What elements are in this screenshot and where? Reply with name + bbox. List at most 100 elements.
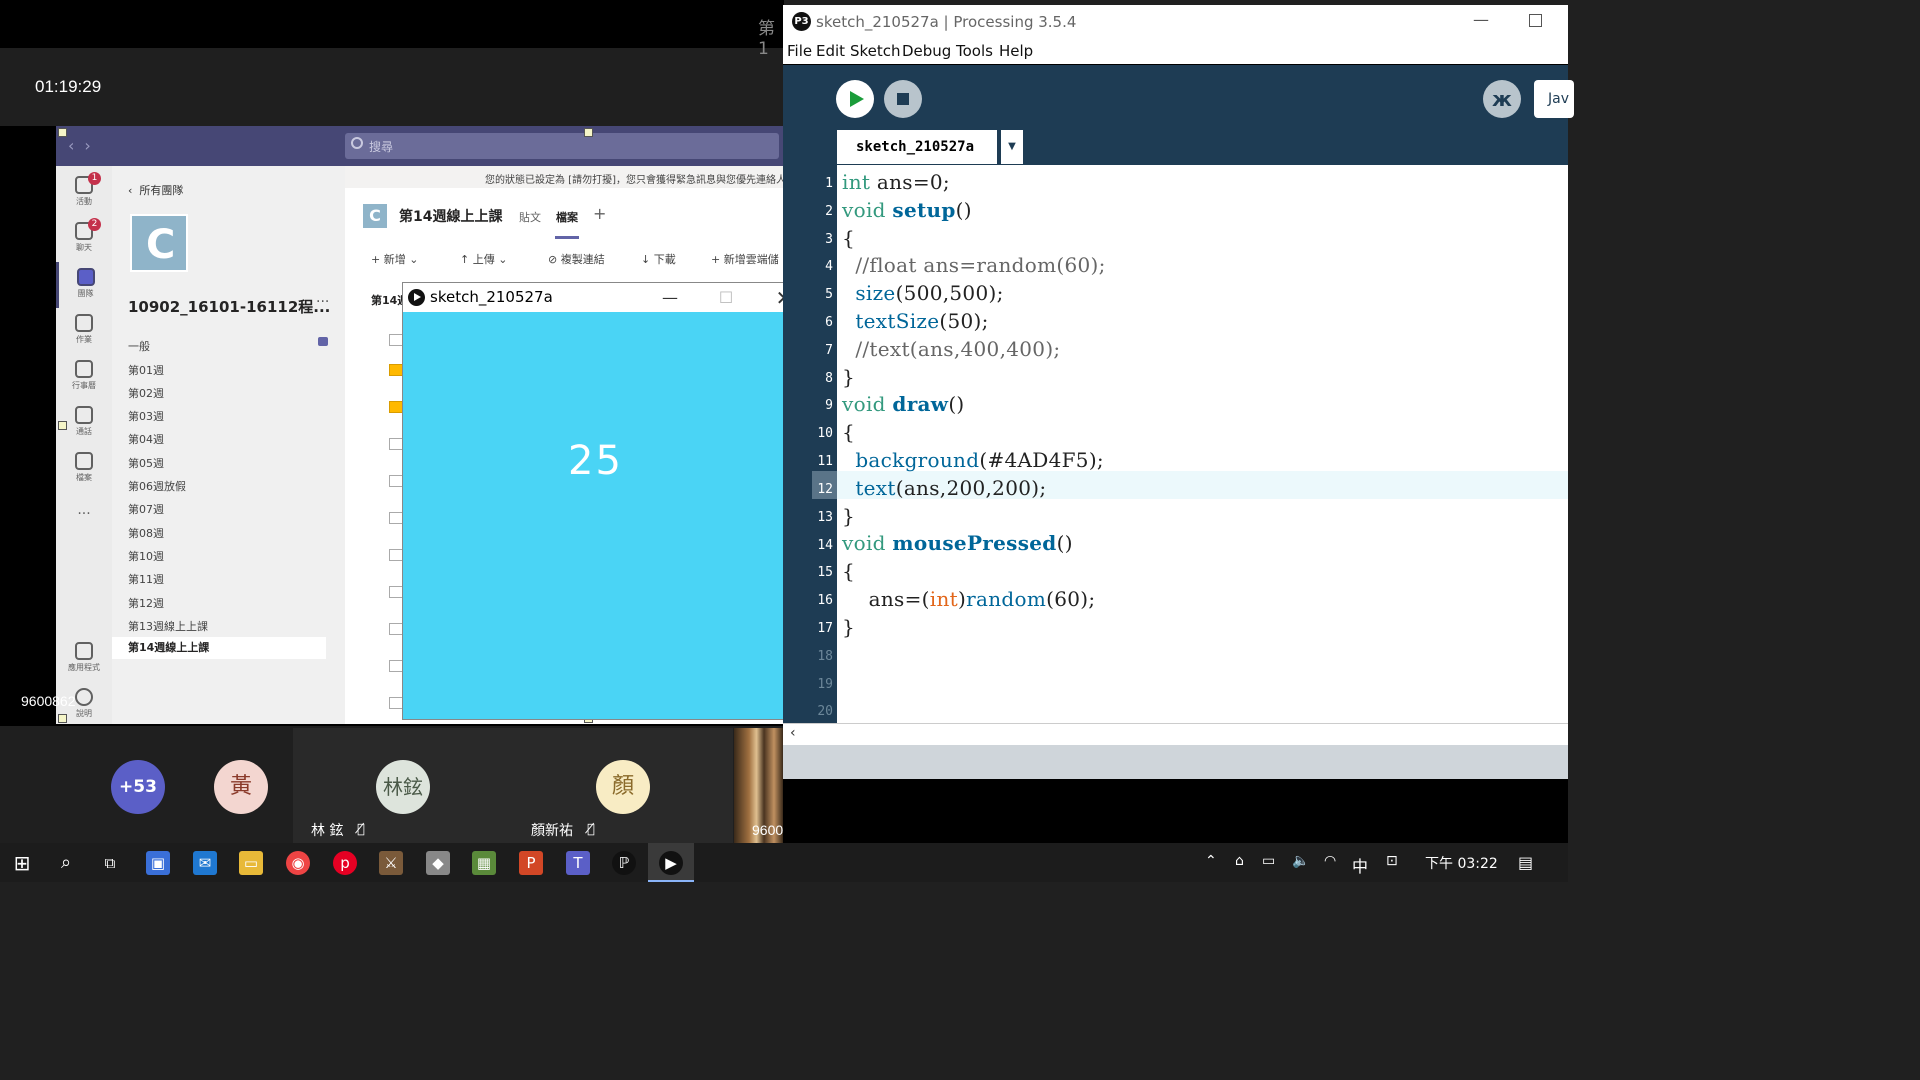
taskbar-clock[interactable]: 下午 03:22 xyxy=(1425,853,1498,873)
volume-icon[interactable]: 🔈 xyxy=(1292,853,1309,869)
processing-play-icon xyxy=(408,289,425,306)
rail-apps[interactable]: 應用程式 xyxy=(56,636,112,682)
tab-posts[interactable]: 貼文 xyxy=(519,209,541,225)
stop-button[interactable] xyxy=(884,80,922,118)
line-number: 10 xyxy=(817,426,833,441)
line-number: 12 xyxy=(817,482,833,497)
teams-icon xyxy=(76,268,95,286)
ime-indicator[interactable]: 中 xyxy=(1352,853,1368,877)
rail-assignments[interactable]: 作業 xyxy=(56,308,112,354)
copy-link-button[interactable]: ⊘ 複製連結 xyxy=(548,251,605,267)
windows-start-icon[interactable]: ⊞ xyxy=(10,851,34,875)
participant-tile[interactable]: 林鉉 林 鉉 🎙̸ xyxy=(293,728,513,844)
team-name[interactable]: 10902_16101-16112程... xyxy=(128,296,330,317)
channel-item[interactable]: 第11週 xyxy=(128,571,342,587)
line-number: 17 xyxy=(817,621,833,636)
sketch-tab[interactable]: sketch_210527a xyxy=(837,130,997,164)
share-handle[interactable] xyxy=(58,714,67,723)
minecraft-icon[interactable]: ▦ xyxy=(472,851,496,875)
team-more-options-icon[interactable]: ··· xyxy=(316,294,329,310)
processing-logo-icon: P3 xyxy=(792,12,811,31)
channel-item[interactable]: 一般 xyxy=(128,338,342,354)
run-button[interactable] xyxy=(836,80,874,118)
chrome-icon[interactable]: ◉ xyxy=(286,851,310,875)
scroll-left-icon[interactable]: ‹ xyxy=(790,725,796,741)
participant-video-thumbnail[interactable]: 9600 xyxy=(734,728,784,844)
minimize-icon[interactable]: — xyxy=(1473,10,1489,29)
image-file-icon xyxy=(389,623,403,635)
nav-arrows-icon[interactable]: ‹› xyxy=(68,136,101,155)
tab-files[interactable]: 檔案 xyxy=(556,209,578,225)
channel-item[interactable]: 第12週 xyxy=(128,595,342,611)
rail-teams[interactable]: 團隊 xyxy=(56,262,112,308)
channel-item[interactable]: 第13週線上上課 xyxy=(128,618,342,634)
processing-icon[interactable]: ℙ xyxy=(612,851,636,875)
sketch-canvas[interactable]: 25 xyxy=(403,312,811,719)
channel-item[interactable]: 第08週 xyxy=(128,525,342,541)
share-handle[interactable] xyxy=(58,128,67,137)
add-cloud-storage-button[interactable]: + 新增雲端儲 xyxy=(711,251,779,267)
store-icon[interactable]: ▣ xyxy=(146,851,170,875)
code-token: int xyxy=(842,170,871,194)
tray-chevron-up-icon[interactable]: ⌃ xyxy=(1205,853,1217,869)
channel-item[interactable]: 第06週放假 xyxy=(128,478,342,494)
task-view-icon[interactable]: ⧉ xyxy=(98,851,122,875)
code-token: int xyxy=(929,587,958,611)
menu-debug[interactable]: Debug xyxy=(902,42,951,60)
channel-item-selected[interactable]: 第14週線上上課 xyxy=(112,637,326,659)
wifi-icon[interactable]: ◠ xyxy=(1324,853,1336,869)
mail-icon[interactable]: ✉ xyxy=(193,851,217,875)
roblox-icon[interactable]: ◆ xyxy=(426,851,450,875)
new-button[interactable]: + 新增 ⌄ xyxy=(371,251,418,267)
back-to-all-teams[interactable]: ‹ 所有團隊 xyxy=(128,182,183,198)
powerpoint-icon[interactable]: P xyxy=(519,851,543,875)
download-button[interactable]: ↓ 下載 xyxy=(641,251,676,267)
menu-tools[interactable]: Tools xyxy=(956,42,993,60)
share-handle[interactable] xyxy=(58,421,67,430)
menu-help[interactable]: Help xyxy=(999,42,1033,60)
channel-item[interactable]: 第03週 xyxy=(128,408,342,424)
rail-calendar[interactable]: 行事曆 xyxy=(56,354,112,400)
rail-activity[interactable]: 1 活動 xyxy=(56,170,112,216)
active-taskbar-item[interactable]: ▶ xyxy=(648,843,694,882)
channel-item[interactable]: 第04週 xyxy=(128,431,342,447)
participant-tile[interactable]: 顏 顏新祐 🎙̸ xyxy=(513,728,733,844)
teams-search-input[interactable]: 搜尋 xyxy=(345,133,779,159)
code-line: size(500,500); xyxy=(842,281,1004,305)
rail-chat[interactable]: 2 聊天 xyxy=(56,216,112,262)
share-handle[interactable] xyxy=(584,128,593,137)
upload-button[interactable]: ↑ 上傳 ⌄ xyxy=(460,251,507,267)
pinterest-icon[interactable]: p xyxy=(333,851,357,875)
team-logo-letter: C xyxy=(146,222,176,268)
sketch-window-titlebar: sketch_210527a — ☐ ✕ xyxy=(403,283,811,312)
file-explorer-icon[interactable]: ▭ xyxy=(239,851,263,875)
code-editor[interactable]: 1 2 3 4 5 6 7 8 9 10 11 12 13 14 15 16 1… xyxy=(783,165,1568,723)
rail-files[interactable]: 檔案 xyxy=(56,446,112,492)
channel-item[interactable]: 第01週 xyxy=(128,362,342,378)
ime-mode-icon[interactable]: ⊡ xyxy=(1386,853,1398,869)
debugger-butterfly-icon[interactable]: ж xyxy=(1483,80,1521,118)
channel-item[interactable]: 第05週 xyxy=(128,455,342,471)
menu-sketch[interactable]: Sketch xyxy=(850,42,901,60)
tab-menu-arrow-icon[interactable]: ▼ xyxy=(1001,130,1023,164)
teams-icon[interactable]: T xyxy=(566,851,590,875)
more-participants-avatar[interactable]: +53 xyxy=(111,760,165,814)
battery-icon[interactable]: ▭ xyxy=(1262,853,1275,869)
rail-more[interactable]: ... xyxy=(56,502,112,548)
horizontal-scrollbar[interactable]: ‹ xyxy=(783,723,1568,745)
minimize-icon[interactable]: — xyxy=(647,285,693,311)
menu-file[interactable]: File xyxy=(787,42,812,60)
channel-item[interactable]: 第02週 xyxy=(128,385,342,401)
add-tab-icon[interactable]: + xyxy=(593,204,606,223)
participant-avatar[interactable]: 黃 xyxy=(214,760,268,814)
maximize-icon[interactable]: ☐ xyxy=(703,285,749,311)
mode-selector[interactable]: Jav xyxy=(1534,80,1574,118)
game-app-icon[interactable]: ⚔ xyxy=(379,851,403,875)
menu-edit[interactable]: Edit xyxy=(816,42,845,60)
notification-icon[interactable]: ▤ xyxy=(1518,853,1533,872)
tray-meet-now-icon[interactable]: ⌂ xyxy=(1235,853,1244,869)
search-icon[interactable]: ⌕ xyxy=(54,851,78,875)
channel-item[interactable]: 第07週 xyxy=(128,501,342,517)
channel-item[interactable]: 第10週 xyxy=(128,548,342,564)
maximize-icon[interactable] xyxy=(1529,14,1542,27)
